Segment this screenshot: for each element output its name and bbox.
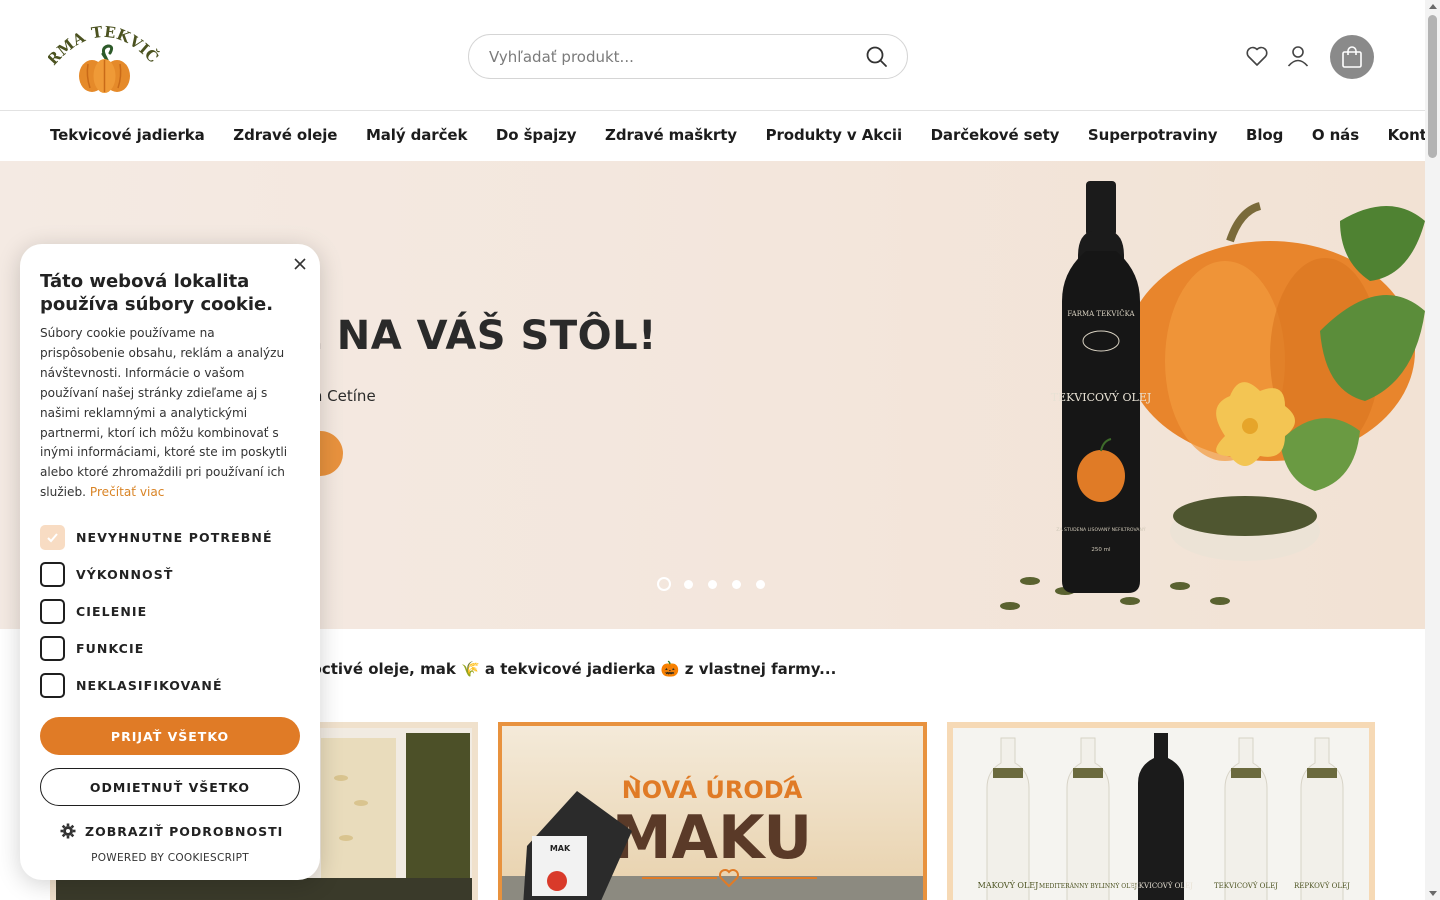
cookie-option-performance[interactable]: VÝKONNOSŤ [40,562,173,587]
show-details-label: ZOBRAZIŤ PODROBNOSTI [85,823,284,839]
bottle-small-text: ZA STUDENA LISOVANÝ NEFILTROVANÝ [1056,526,1146,533]
cart-button[interactable] [1330,35,1374,79]
bottle-volume: 250 ml [1091,547,1111,553]
carousel-dot[interactable] [708,579,717,589]
option-label: CIELENIE [76,604,148,619]
nav-item-o-nas[interactable]: O nás [1312,126,1359,144]
search-icon[interactable] [865,45,889,69]
cookie-option-functionality[interactable]: FUNKCIE [40,636,144,661]
page-scrollbar[interactable] [1425,0,1440,900]
check-icon [47,533,58,543]
cookie-option-targeting[interactable]: CIELENIE [40,599,147,624]
bottle-brand: FARMA TEKVIČKA [1067,309,1135,318]
carousel-dots [657,577,780,591]
nav-item-zdrave-maskrty[interactable]: Zdravé maškrty [605,126,737,144]
maku-big-text: MAKU [612,803,812,873]
carousel-dot[interactable] [657,577,671,591]
search-bar [468,34,908,79]
shopping-bag-icon [1342,46,1362,68]
show-details-button[interactable]: ZOBRAZIŤ PODROBNOSTI [60,823,283,839]
oil-label-4: TEKVICOVÝ OLEJ [1214,881,1278,890]
main-nav: Tekvicové jadierka Zdravé oleje Malý dar… [0,111,1440,161]
scroll-up-arrow[interactable] [1429,4,1437,9]
checkbox-performance[interactable] [40,562,65,587]
nav-item-blog[interactable]: Blog [1246,126,1283,144]
site-header: FARMA TEKVIČKA [0,0,1425,111]
maku-top-text: NOVÁ ÚRODA [622,774,803,804]
nav-item-tekvicove-jadierka[interactable]: Tekvicové jadierka [50,126,205,144]
scroll-down-arrow[interactable] [1429,891,1437,896]
checkbox-unclassified[interactable] [40,673,65,698]
carousel-dot[interactable] [684,579,693,589]
hero-product-image: FARMA TEKVIČKA TEKVICOVÝ OLEJ ZA STUDENA… [980,161,1425,629]
scrollbar-thumb[interactable] [1428,15,1437,158]
option-label: VÝKONNOSŤ [76,567,174,582]
nav-item-produkty-v-akcii[interactable]: Produkty v Akcii [766,126,903,144]
maku-image: NOVÁ ÚRODA MAKU MAK [502,726,923,900]
carousel-dot[interactable] [756,579,765,589]
promo-card-maku[interactable]: NOVÁ ÚRODA MAKU MAK [498,722,927,900]
cookie-title: Táto webová lokalita používa súbory cook… [40,271,274,315]
farma-tekvicka-logo[interactable]: FARMA TEKVIČKA [41,0,162,96]
nav-item-maly-darcek[interactable]: Malý darček [366,126,467,144]
option-label: FUNKCIE [76,641,145,656]
oil-label-3: TEKVICOVÝ OLEJ [1129,881,1193,890]
nav-item-superpotraviny[interactable]: Superpotraviny [1088,126,1218,144]
promo-card-oils[interactable]: MAKOVÝ OLEJ MEDITERÁNNY BYLINNÝ OLEJ TEK… [947,722,1375,900]
bottle-label: TEKVICOVÝ OLEJ [1051,390,1152,404]
nav-item-do-spajzy[interactable]: Do špajzy [496,126,577,144]
maku-bag-label: MAK [550,844,571,853]
powered-by-text[interactable]: POWERED BY COOKIESCRIPT [20,852,320,864]
heart-icon[interactable] [1244,43,1270,69]
cookie-option-necessary[interactable]: NEVYHNUTNE POTREBNÉ [40,525,273,550]
option-label: NEKLASIFIKOVANÉ [76,678,223,693]
user-icon[interactable] [1285,43,1311,69]
cookie-body: Súbory cookie používame na prispôsobenie… [40,326,288,500]
accept-all-button[interactable]: PRIJAŤ VŠETKO [40,717,300,755]
reject-all-button[interactable]: ODMIETNUŤ VŠETKO [40,768,300,806]
oil-label-1: MAKOVÝ OLEJ [978,881,1039,890]
nav-item-zdrave-oleje[interactable]: Zdravé oleje [233,126,337,144]
read-more-link[interactable]: Prečítať viac [90,485,165,499]
checkbox-functionality[interactable] [40,636,65,661]
checkbox-targeting[interactable] [40,599,65,624]
oil-label-2: MEDITERÁNNY BYLINNÝ OLEJ [1039,883,1138,890]
cookie-description: Súbory cookie používame na prispôsobenie… [40,324,302,503]
cookie-consent-dialog: Táto webová lokalita používa súbory cook… [20,244,320,880]
option-label: NEVYHNUTNE POTREBNÉ [76,530,273,545]
oil-label-5: REPKOVÝ OLEJ [1294,881,1350,890]
search-input[interactable] [489,45,849,69]
oils-image: MAKOVÝ OLEJ MEDITERÁNNY BYLINNÝ OLEJ TEK… [953,728,1369,900]
carousel-dot[interactable] [732,579,741,589]
gear-icon [60,823,76,839]
checkbox-necessary[interactable] [40,525,65,550]
cookie-option-unclassified[interactable]: NEKLASIFIKOVANÉ [40,673,223,698]
nav-item-darcekove-sety[interactable]: Darčekové sety [931,126,1060,144]
